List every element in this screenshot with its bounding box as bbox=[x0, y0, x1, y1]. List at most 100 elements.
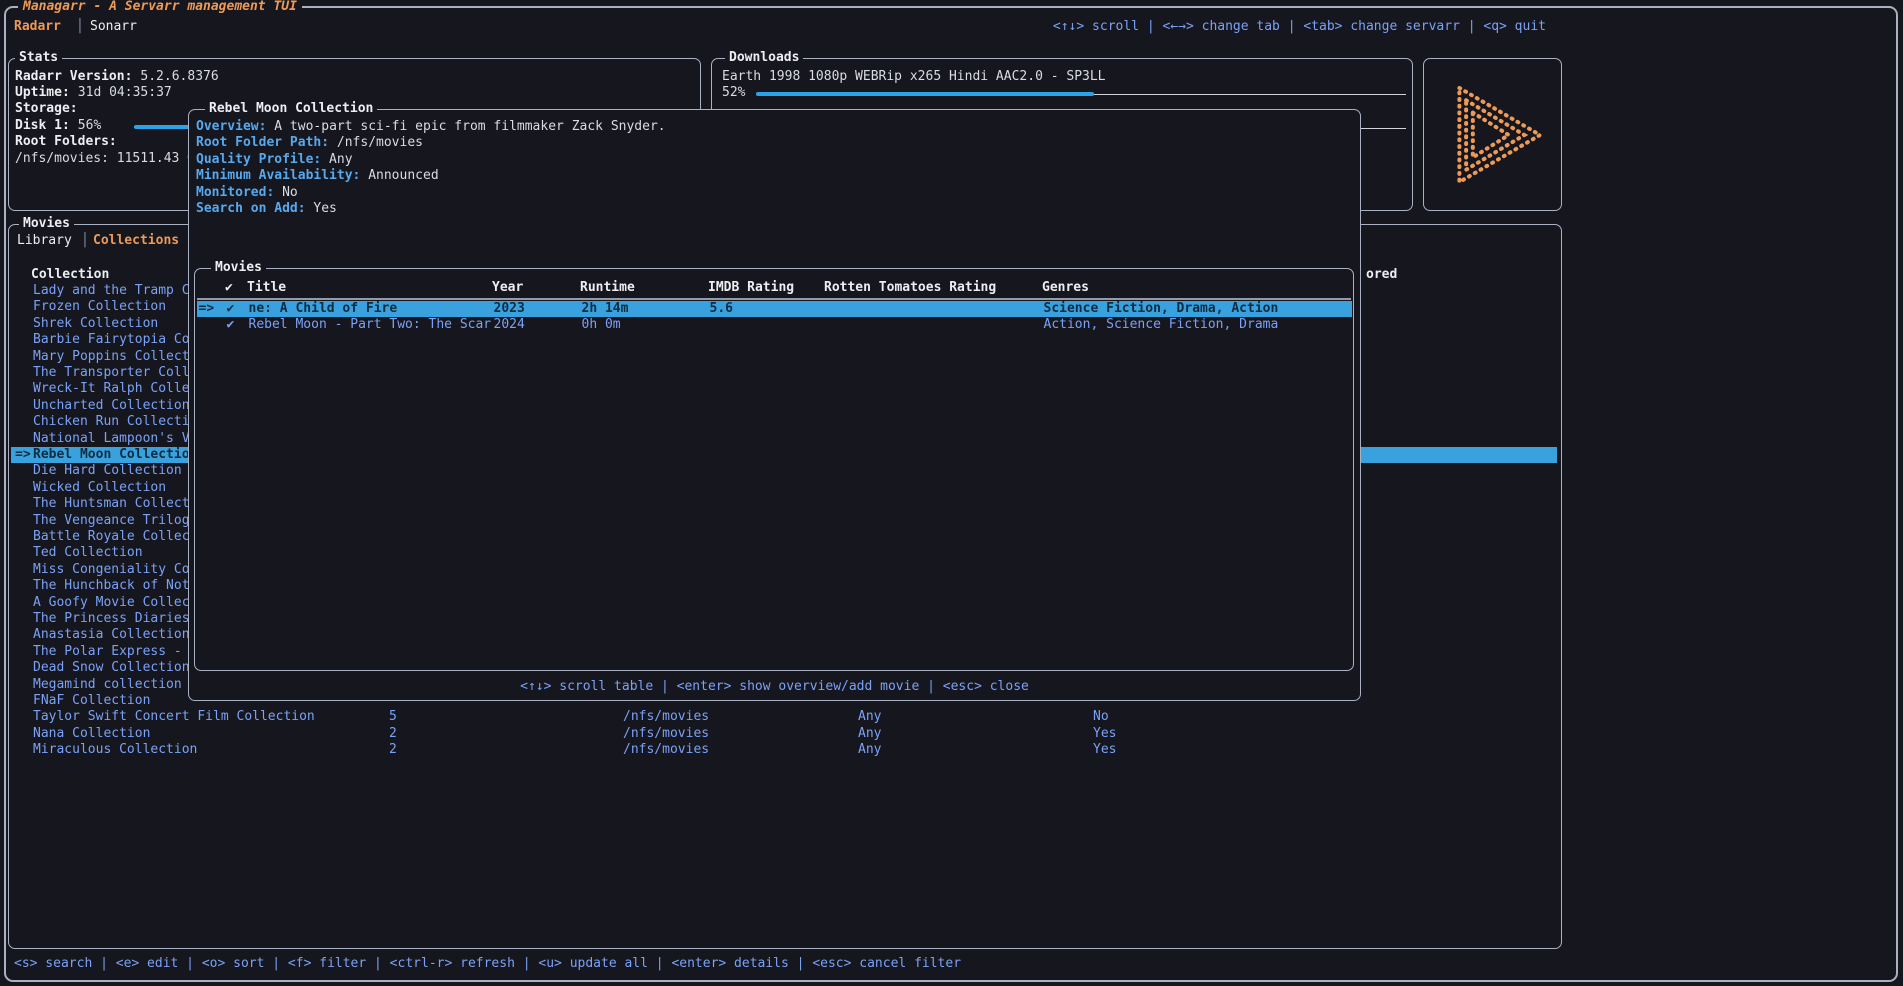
root-folders-label: Root Folders: bbox=[15, 134, 117, 150]
collection-name: The Polar Express - C bbox=[33, 644, 197, 660]
collection-name: The Hunchback of Notr bbox=[33, 578, 197, 594]
collections-column-header: Collection bbox=[31, 267, 109, 283]
storage-label: Storage: bbox=[15, 101, 78, 117]
detail-field: Search on Add: Yes bbox=[196, 201, 337, 217]
uptime-label: Uptime: bbox=[15, 85, 70, 100]
collection-movie-count: 2 bbox=[389, 726, 397, 742]
modal-column-header: Year bbox=[492, 280, 523, 296]
collection-quality-profile: Any bbox=[858, 726, 881, 742]
collection-name: The Vengeance Trilogy bbox=[33, 513, 197, 529]
collection-name: FNaF Collection bbox=[33, 693, 150, 709]
collection-name: Miraculous Collection bbox=[33, 742, 197, 758]
collection-name: The Transporter Colle bbox=[33, 365, 197, 381]
tab-library[interactable]: Library bbox=[17, 233, 72, 249]
collection-name: Wreck-It Ralph Collec bbox=[33, 381, 197, 397]
modal-column-header: ✔ bbox=[225, 280, 233, 296]
collection-name: Dead Snow Collection bbox=[33, 660, 190, 676]
collection-name: Nana Collection bbox=[33, 726, 150, 742]
modal-title: Rebel Moon Collection bbox=[205, 101, 377, 117]
monitored-check-icon: ✔ bbox=[227, 301, 235, 317]
movie-title: ne: A Child of Fire bbox=[249, 301, 398, 317]
download-progress-gauge bbox=[756, 92, 1406, 96]
app-title: Managarr - A Servarr management TUI bbox=[18, 0, 302, 15]
radarr-version-line: Radarr Version:5.2.6.8376 bbox=[15, 69, 219, 85]
modal-movies-panel: Movies ✔TitleYearRuntimeIMDB RatingRotte… bbox=[194, 268, 1354, 671]
play-triangle-icon bbox=[1437, 79, 1549, 191]
movies-panel-title: Movies bbox=[19, 216, 74, 232]
detail-field: Overview: A two-part sci-fi epic from fi… bbox=[196, 119, 666, 135]
collection-name: Die Hard Collection bbox=[33, 463, 182, 479]
collection-root-folder: /nfs/movies bbox=[623, 709, 709, 725]
collection-name: Frozen Collection bbox=[33, 299, 166, 315]
tab-collections[interactable]: Collections bbox=[93, 233, 179, 249]
modal-movies-title: Movies bbox=[211, 260, 266, 276]
tab-sonarr[interactable]: Sonarr bbox=[90, 19, 137, 35]
bottom-keybind-hints: <s> search | <e> edit | <o> sort | <f> f… bbox=[14, 956, 961, 972]
uptime-line: Uptime:31d 04:35:37 bbox=[15, 85, 172, 101]
modal-column-header: IMDB Rating bbox=[708, 280, 794, 296]
top-keybind-hints: <↑↓> scroll | <←→> change tab | <tab> ch… bbox=[1053, 19, 1546, 35]
disk-usage-line: Disk 1:56% bbox=[15, 118, 101, 134]
modal-column-header: Runtime bbox=[580, 280, 635, 296]
collection-name: The Huntsman Collecti bbox=[33, 496, 197, 512]
field-label: Minimum Availability: bbox=[196, 168, 360, 183]
collection-row[interactable]: Nana Collection2/nfs/moviesAnyYes bbox=[11, 726, 1557, 742]
monitored-check-icon: ✔ bbox=[227, 317, 235, 333]
collection-row[interactable]: Taylor Swift Concert Film Collection5/nf… bbox=[11, 709, 1557, 725]
collection-name: Battle Royale Collect bbox=[33, 529, 197, 545]
collection-name: Uncharted Collection bbox=[33, 398, 190, 414]
modal-table-header: ✔TitleYearRuntimeIMDB RatingRotten Tomat… bbox=[195, 280, 1353, 296]
download-item-name: Earth 1998 1080p WEBRip x265 Hindi AAC2.… bbox=[722, 69, 1106, 85]
movie-genres: Science Fiction, Drama, Action bbox=[1044, 301, 1279, 317]
field-label: Search on Add: bbox=[196, 201, 306, 216]
uptime-value: 31d 04:35:37 bbox=[70, 85, 172, 100]
collection-name: Shrek Collection bbox=[33, 316, 158, 332]
collection-details-modal: Rebel Moon Collection Overview: A two-pa… bbox=[188, 109, 1361, 701]
movie-year: 2024 bbox=[494, 317, 525, 333]
movie-imdb-rating: 5.6 bbox=[710, 301, 733, 317]
field-value: Yes bbox=[306, 201, 337, 216]
logo-panel bbox=[1423, 58, 1562, 211]
collection-row[interactable]: Miraculous Collection2/nfs/moviesAnyYes bbox=[11, 742, 1557, 758]
collection-name: The Princess Diaries bbox=[33, 611, 190, 627]
collection-monitored: No bbox=[1093, 709, 1109, 725]
monitored-column-header-fragment: ored bbox=[1366, 267, 1397, 283]
collection-monitored: Yes bbox=[1093, 726, 1116, 742]
field-value: Announced bbox=[360, 168, 438, 183]
movie-title: Rebel Moon - Part Two: The Scar bbox=[249, 317, 492, 333]
download-item-percent: 52% bbox=[722, 85, 745, 101]
detail-field: Root Folder Path: /nfs/movies bbox=[196, 135, 423, 151]
tab-divider: │ bbox=[76, 19, 84, 35]
collection-name: Miss Congeniality Col bbox=[33, 562, 197, 578]
modal-movie-row[interactable]: ✔ Rebel Moon - Part Two: The Scar2024 0h 0… bbox=[197, 317, 1352, 333]
collection-name: Megamind collection bbox=[33, 677, 182, 693]
movie-runtime: 2h 14m bbox=[582, 301, 629, 317]
collection-name: Lady and the Tramp Co bbox=[33, 283, 197, 299]
app: Managarr - A Servarr management TUI Rada… bbox=[0, 0, 1903, 986]
collection-monitored: Yes bbox=[1093, 742, 1116, 758]
collection-name: Rebel Moon Collection bbox=[33, 447, 197, 463]
collection-name: Barbie Fairytopia Col bbox=[33, 332, 197, 348]
tab-radarr[interactable]: Radarr bbox=[14, 19, 61, 35]
disk-label: Disk 1: bbox=[15, 118, 70, 133]
movie-runtime: 0h 0m bbox=[582, 317, 621, 333]
stats-panel-title: Stats bbox=[15, 50, 62, 66]
field-label: Quality Profile: bbox=[196, 152, 321, 167]
detail-field: Minimum Availability: Announced bbox=[196, 168, 439, 184]
collection-name: Mary Poppins Collecti bbox=[33, 349, 197, 365]
header-underline bbox=[197, 298, 1351, 300]
movie-year: 2023 bbox=[494, 301, 525, 317]
root-folder-value: /nfs/movies: 11511.43 GB bbox=[15, 151, 203, 167]
collection-name: Chicken Run Collectio bbox=[33, 414, 197, 430]
collection-quality-profile: Any bbox=[858, 709, 881, 725]
disk-value: 56% bbox=[70, 118, 101, 133]
version-value: 5.2.6.8376 bbox=[132, 69, 218, 84]
movies-tab-divider: │ bbox=[81, 233, 89, 249]
field-value: No bbox=[274, 185, 297, 200]
modal-column-header: Rotten Tomatoes Rating bbox=[824, 280, 996, 296]
selection-arrow-icon: => bbox=[15, 447, 31, 463]
modal-movie-row[interactable]: =>✔ne: A Child of Fire20232h 14m5.6Scien… bbox=[197, 301, 1352, 317]
version-label: Radarr Version: bbox=[15, 69, 132, 84]
detail-field: Monitored: No bbox=[196, 185, 298, 201]
collection-name: National Lampoon's Va bbox=[33, 431, 197, 447]
